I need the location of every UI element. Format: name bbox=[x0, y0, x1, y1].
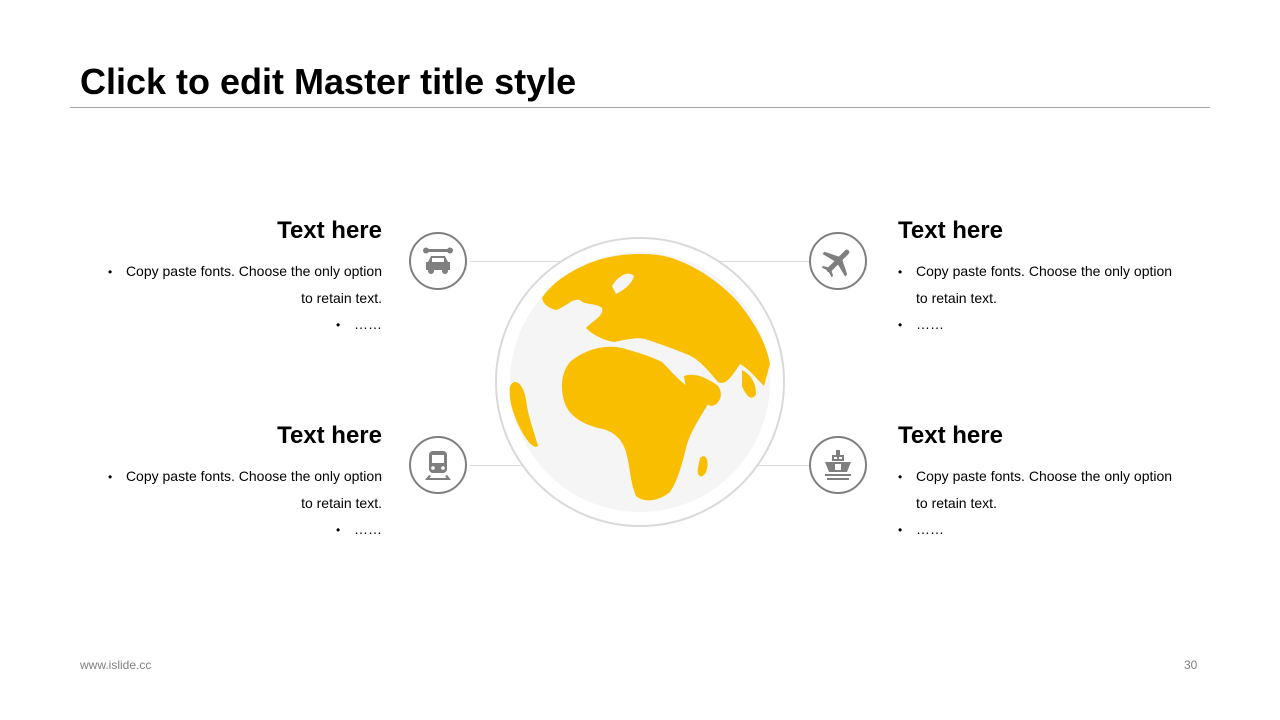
bullet-continuation[interactable]: to retain text. bbox=[898, 285, 1198, 311]
bullet-item[interactable]: • Copy paste fonts. Choose the only optio… bbox=[72, 463, 382, 490]
bullet-continuation[interactable]: to retain text. bbox=[72, 490, 382, 516]
bullet-continuation[interactable]: to retain text. bbox=[72, 285, 382, 311]
ship-icon bbox=[809, 436, 867, 494]
text-block-bottom-right: Text here • Copy paste fonts. Choose the … bbox=[898, 421, 1198, 543]
bullet-marker: • bbox=[898, 318, 903, 332]
block-heading[interactable]: Text here bbox=[72, 216, 382, 246]
bullet-marker: • bbox=[336, 523, 341, 537]
bullet-item[interactable]: • Copy paste fonts. Choose the only optio… bbox=[898, 463, 1198, 490]
text-block-top-left: Text here • Copy paste fonts. Choose the … bbox=[72, 216, 382, 338]
bullet-continuation[interactable]: to retain text. bbox=[898, 490, 1198, 516]
train-icon bbox=[409, 436, 467, 494]
bullet-text: Copy paste fonts. Choose the only option bbox=[916, 263, 1173, 279]
bullet-text: Copy paste fonts. Choose the only option bbox=[125, 263, 382, 279]
bullet-text: …… bbox=[916, 521, 944, 537]
globe-graphic bbox=[495, 237, 785, 527]
block-heading[interactable]: Text here bbox=[72, 421, 382, 451]
car-repair-icon bbox=[409, 232, 467, 290]
bullet-item[interactable]: • …… bbox=[72, 311, 382, 338]
block-heading[interactable]: Text here bbox=[898, 216, 1198, 246]
bullet-text: Copy paste fonts. Choose the only option bbox=[916, 468, 1173, 484]
bullet-text: …… bbox=[354, 316, 382, 332]
bullet-text: to retain text. bbox=[301, 495, 382, 511]
bullet-text: to retain text. bbox=[301, 290, 382, 306]
text-block-bottom-left: Text here • Copy paste fonts. Choose the … bbox=[72, 421, 382, 543]
footer-url: www.islide.cc bbox=[80, 658, 152, 672]
bullet-text: to retain text. bbox=[916, 495, 997, 511]
slide-title[interactable]: Click to edit Master title style bbox=[80, 58, 576, 106]
bullet-marker: • bbox=[107, 265, 113, 279]
bullet-item[interactable]: • …… bbox=[72, 516, 382, 543]
bullet-item[interactable]: • …… bbox=[898, 311, 1198, 338]
page-number: 30 bbox=[1184, 658, 1198, 672]
bullet-marker: • bbox=[107, 470, 113, 484]
bullet-text: to retain text. bbox=[916, 290, 997, 306]
bullet-item[interactable]: • Copy paste fonts. Choose the only optio… bbox=[898, 258, 1198, 285]
bullet-text: Copy paste fonts. Choose the only option bbox=[125, 468, 382, 484]
bullet-item[interactable]: • …… bbox=[898, 516, 1198, 543]
bullet-item[interactable]: • Copy paste fonts. Choose the only optio… bbox=[72, 258, 382, 285]
bullet-marker: • bbox=[898, 470, 903, 484]
bullet-text: …… bbox=[354, 521, 382, 537]
block-heading[interactable]: Text here bbox=[898, 421, 1198, 451]
bullet-marker: • bbox=[336, 318, 341, 332]
bullet-marker: • bbox=[898, 265, 903, 279]
bullet-marker: • bbox=[898, 523, 903, 537]
airplane-icon bbox=[809, 232, 867, 290]
title-divider bbox=[70, 107, 1210, 108]
bullet-text: …… bbox=[916, 316, 944, 332]
text-block-top-right: Text here • Copy paste fonts. Choose the … bbox=[898, 216, 1198, 338]
